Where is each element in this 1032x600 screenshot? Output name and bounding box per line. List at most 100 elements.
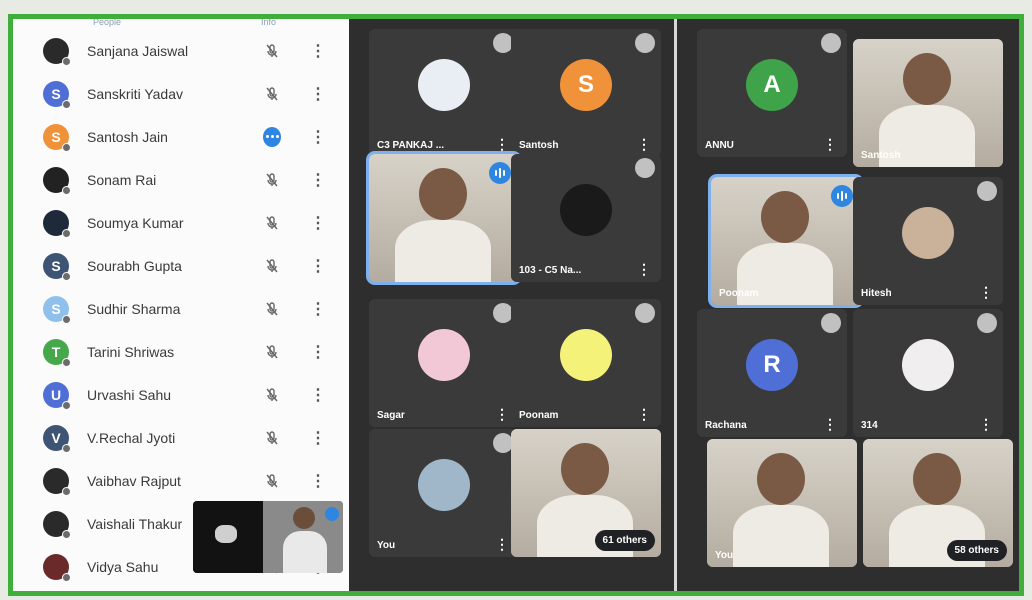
tile-name: 103 - C5 Na... (519, 265, 582, 276)
participant-tile[interactable]: 58 others (863, 439, 1013, 567)
participant-row[interactable]: S Santosh Jain ⋮ (13, 115, 349, 158)
tile-more-icon[interactable]: ⋮ (823, 136, 837, 153)
tile-name: Poonam (519, 410, 559, 421)
speaking-icon[interactable] (263, 126, 281, 147)
tile-name: Santosh (861, 150, 901, 161)
participant-tile[interactable]: Santosh (853, 39, 1003, 167)
tile-name: You (377, 540, 396, 551)
participant-tile[interactable]: You (707, 439, 857, 567)
participant-tile[interactable]: Hitesh ⋮ (853, 177, 1003, 305)
mic-off-icon[interactable] (263, 386, 281, 404)
participant-tile[interactable]: Poonam ⋮ (511, 299, 661, 427)
mic-off-icon[interactable] (263, 171, 281, 189)
participant-row[interactable]: Soumya Kumar ⋮ (13, 201, 349, 244)
tile-name: Hitesh (861, 288, 892, 299)
more-options-icon[interactable]: ⋮ (310, 127, 326, 147)
tile-more-icon[interactable]: ⋮ (979, 284, 993, 301)
more-options-icon[interactable]: ⋮ (310, 84, 326, 104)
participant-tile[interactable] (366, 151, 522, 285)
participant-name: Sourabh Gupta (87, 257, 182, 274)
pin-icon[interactable] (493, 33, 513, 53)
participant-avatar: S (43, 252, 71, 281)
others-count-badge[interactable]: 58 others (946, 540, 1007, 561)
mic-off-icon[interactable] (263, 300, 281, 318)
pin-icon[interactable] (635, 33, 655, 53)
participant-name: Sanskriti Yadav (87, 85, 183, 102)
mic-off-icon[interactable] (263, 343, 281, 361)
mic-off-icon[interactable] (263, 472, 281, 490)
others-count-badge[interactable]: 61 others (594, 530, 655, 551)
participant-row[interactable]: Sanjana Jaiswal ⋮ (13, 29, 349, 72)
more-options-icon[interactable]: ⋮ (310, 471, 326, 491)
mic-off-icon[interactable] (263, 85, 281, 103)
participant-row[interactable]: Vaibhav Rajput ⋮ (13, 459, 349, 502)
people-header: People (93, 17, 122, 27)
participant-tile[interactable]: C3 PANKAJ ... ⋮ (369, 29, 519, 157)
participant-avatar: V (43, 424, 71, 453)
participant-row[interactable]: T Tarini Shriwas ⋮ (13, 330, 349, 373)
participant-name: V.Rechal Jyoti (87, 429, 176, 446)
tile-name: ANNU (705, 140, 734, 151)
participant-tile[interactable]: A ANNU ⋮ (697, 29, 847, 157)
participant-tile[interactable]: Sagar ⋮ (369, 299, 519, 427)
participant-tile[interactable]: Poonam (708, 174, 864, 308)
more-options-icon[interactable]: ⋮ (310, 299, 326, 319)
participant-tile[interactable]: 61 others (511, 429, 661, 557)
tile-more-icon[interactable]: ⋮ (979, 416, 993, 433)
presence-dot (62, 443, 71, 453)
tile-more-icon[interactable]: ⋮ (637, 136, 651, 153)
tile-more-icon[interactable]: ⋮ (637, 261, 651, 278)
person-body (733, 505, 829, 567)
participant-avatar (43, 467, 71, 496)
mic-off-icon[interactable] (263, 257, 281, 275)
pin-icon[interactable] (977, 313, 997, 333)
pin-icon[interactable] (821, 33, 841, 53)
pin-icon[interactable] (635, 158, 655, 178)
presence-dot (62, 400, 71, 410)
video-grid-right: A ANNU ⋮ Santosh Poonam Hitesh ⋮ R Rachana ⋮ 314 ⋮ Y… (677, 19, 1019, 591)
more-options-icon[interactable]: ⋮ (310, 170, 326, 190)
participant-row[interactable]: S Sudhir Sharma ⋮ (13, 287, 349, 330)
tile-more-icon[interactable]: ⋮ (637, 406, 651, 423)
tile-more-icon[interactable]: ⋮ (495, 136, 509, 153)
mic-off-icon[interactable] (263, 429, 281, 447)
pin-icon[interactable] (493, 433, 513, 453)
participant-tile[interactable]: 314 ⋮ (853, 309, 1003, 437)
more-options-icon[interactable]: ⋮ (310, 342, 326, 362)
avatar-initial: S (51, 300, 61, 317)
pin-icon[interactable] (977, 181, 997, 201)
person-head (419, 168, 467, 220)
pin-icon[interactable] (493, 303, 513, 323)
participant-name: Santosh Jain (87, 128, 168, 145)
participant-avatar: S (43, 80, 71, 109)
more-options-icon[interactable]: ⋮ (310, 41, 326, 61)
tile-more-icon[interactable]: ⋮ (495, 406, 509, 423)
participant-row[interactable]: S Sourabh Gupta ⋮ (13, 244, 349, 287)
speaking-icon (489, 162, 511, 184)
tile-photo-avatar (560, 329, 612, 382)
participant-avatar (43, 553, 71, 582)
video-grid-left: C3 PANKAJ ... ⋮ S Santosh ⋮ 103 - C5 Na... ⋮ Sa… (349, 19, 674, 591)
pin-icon[interactable] (635, 303, 655, 323)
mic-off-icon[interactable] (263, 214, 281, 232)
more-options-icon[interactable]: ⋮ (310, 213, 326, 233)
more-options-icon[interactable]: ⋮ (310, 256, 326, 276)
pin-icon[interactable] (821, 313, 841, 333)
self-preview[interactable] (193, 501, 343, 573)
avatar-initial: U (50, 386, 62, 403)
participant-row[interactable]: Sonam Rai ⋮ (13, 158, 349, 201)
more-options-icon[interactable]: ⋮ (310, 385, 326, 405)
tile-name: Sagar (377, 410, 405, 421)
participant-row[interactable]: U Urvashi Sahu ⋮ (13, 373, 349, 416)
participant-avatar (43, 166, 71, 195)
participant-tile[interactable]: S Santosh ⋮ (511, 29, 661, 157)
more-options-icon[interactable]: ⋮ (310, 428, 326, 448)
participant-row[interactable]: S Sanskriti Yadav ⋮ (13, 72, 349, 115)
participant-tile[interactable]: R Rachana ⋮ (697, 309, 847, 437)
tile-more-icon[interactable]: ⋮ (495, 536, 509, 553)
mic-off-icon[interactable] (263, 42, 281, 60)
tile-more-icon[interactable]: ⋮ (823, 416, 837, 433)
participant-tile[interactable]: You ⋮ (369, 429, 519, 557)
participant-tile[interactable]: 103 - C5 Na... ⋮ (511, 154, 661, 282)
participant-row[interactable]: V V.Rechal Jyoti ⋮ (13, 416, 349, 459)
